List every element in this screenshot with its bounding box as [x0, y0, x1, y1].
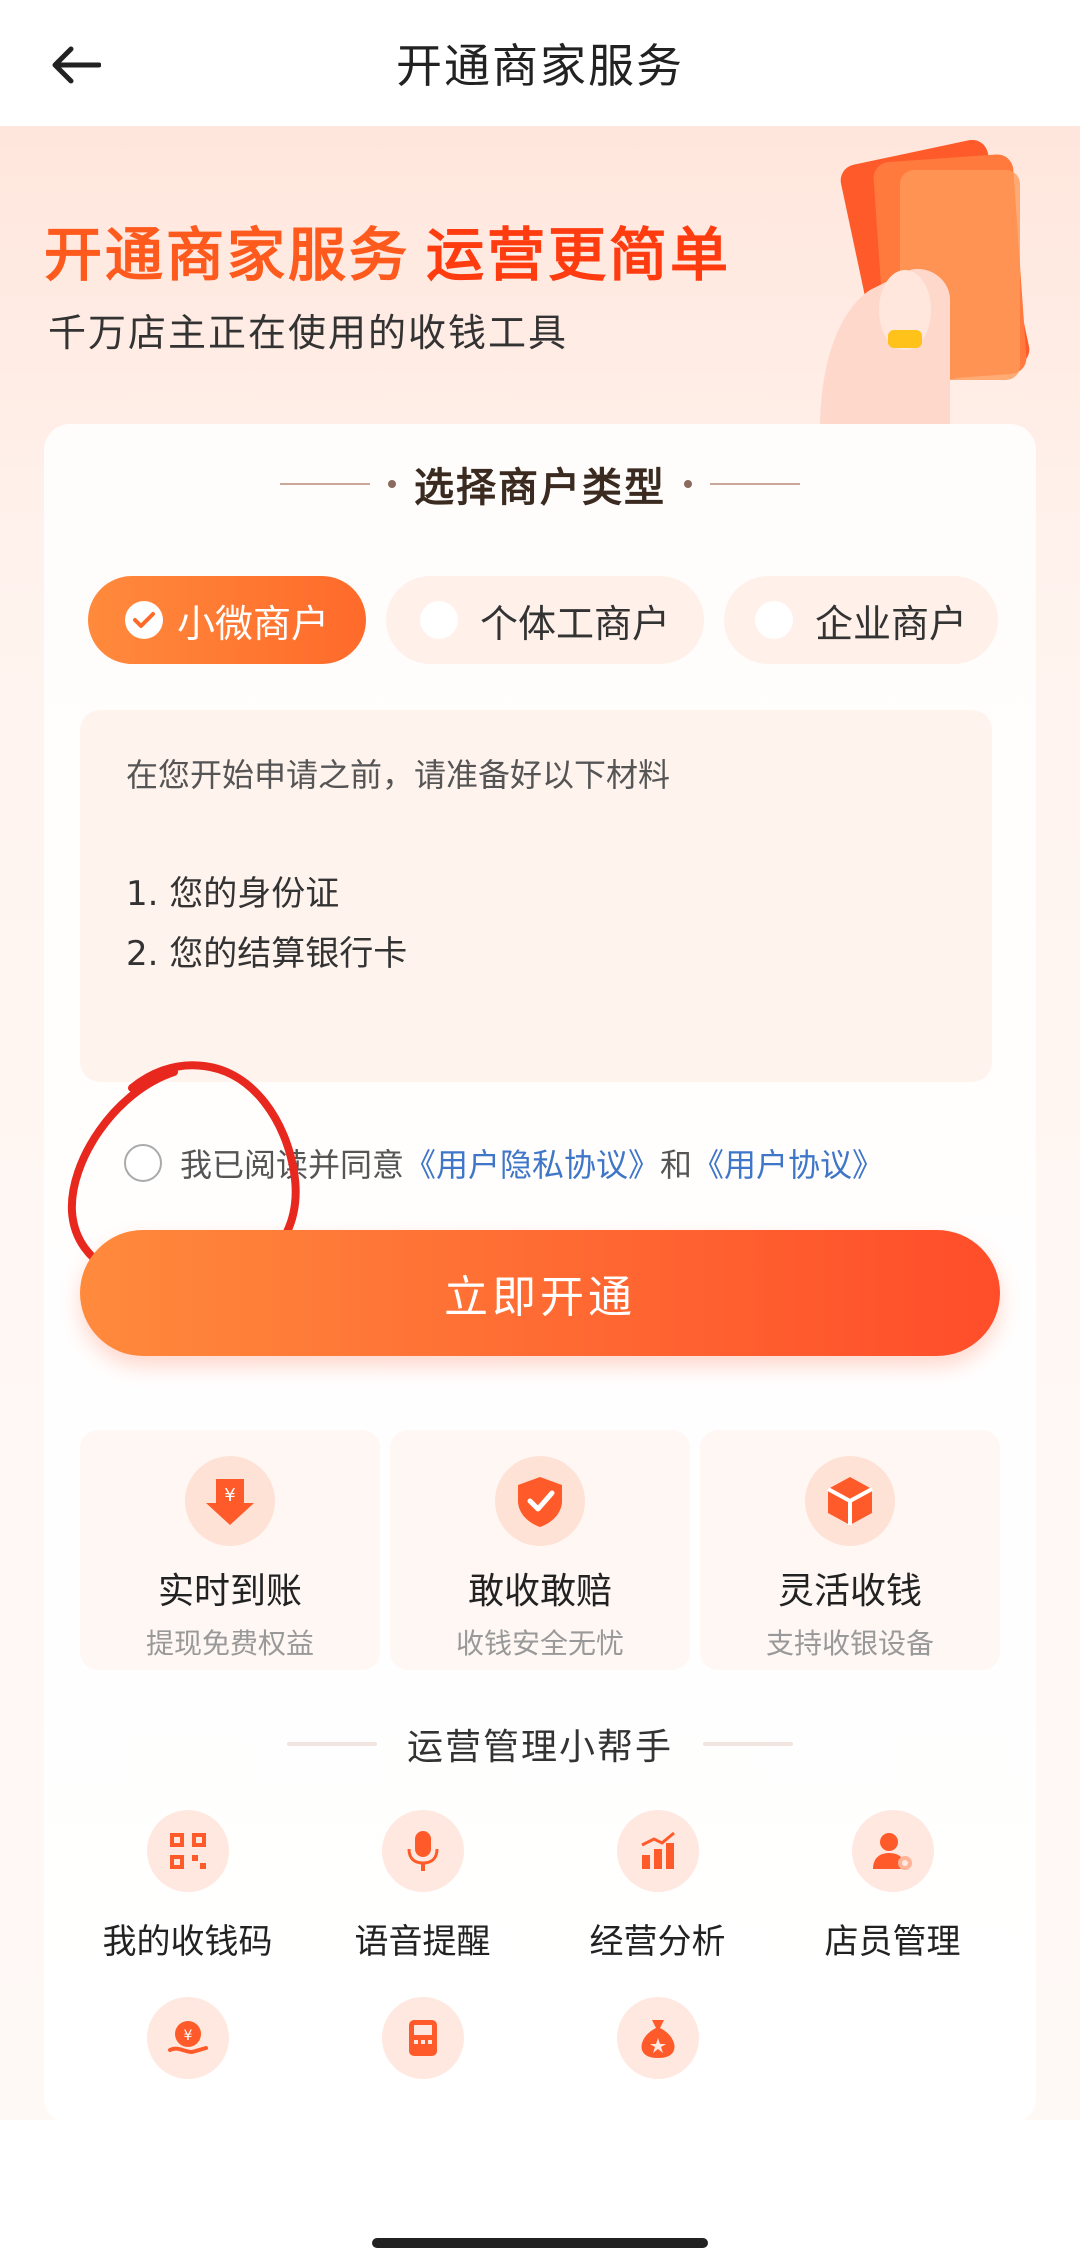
coin-hand-icon: ¥: [146, 1997, 229, 2079]
cube-icon: [805, 1456, 895, 1546]
qr-code-icon: [146, 1810, 229, 1892]
microphone-icon: [381, 1810, 464, 1892]
helper-voice-reminder[interactable]: 语音提醒: [305, 1810, 540, 1963]
open-now-button[interactable]: 立即开通: [80, 1230, 1000, 1356]
feature-list: ¥ 实时到账 提现免费权益 敢收敢赔 收钱安全无忧 灵活收钱 支持收银设备: [80, 1430, 1000, 1670]
device-icon: [381, 1997, 464, 2079]
decor-line-right: [703, 1742, 793, 1746]
feature-title: 敢收敢赔: [467, 1571, 612, 1612]
feature-subtitle: 提现免费权益: [145, 1627, 314, 1660]
tab-label: 企业商户: [814, 601, 967, 646]
merchant-type-tabs: 小微商户 个体工商户 企业商户: [88, 576, 1038, 666]
feature-flexible-collection: 灵活收钱 支持收银设备: [700, 1430, 1000, 1670]
agreement-row: 我已阅读并同意 《用户隐私协议》 和 《用户协议》: [124, 1138, 884, 1188]
decor-dot-left: [388, 480, 396, 488]
feature-subtitle: 支持收银设备: [765, 1627, 934, 1660]
shield-check-icon: [495, 1456, 585, 1546]
materials-item-bank-card: 2. 您的结算银行卡: [126, 934, 408, 974]
tab-label: 小微商户: [176, 601, 329, 646]
tab-micro-merchant[interactable]: 小微商户: [88, 576, 366, 664]
agreement-conjunction: 和: [660, 1146, 693, 1184]
merchant-type-section-title: 选择商户类型: [44, 454, 1036, 514]
money-bag-icon: [616, 1997, 699, 2079]
materials-item-id-card: 1. 您的身份证: [126, 874, 340, 914]
home-indicator[interactable]: [372, 2238, 708, 2248]
hero-title-part-a: 开通商家服务: [44, 221, 411, 289]
decor-line-left: [286, 1742, 377, 1746]
checkmark-icon: [124, 601, 163, 639]
arrow-left-icon: [52, 46, 101, 84]
decor-dot-right: [684, 480, 692, 488]
tab-label: 个体工商户: [479, 601, 670, 646]
hand-with-cash-illustration: [820, 140, 1030, 430]
helpers-section-title: 运营管理小帮手: [44, 1714, 1036, 1774]
materials-intro: 在您开始申请之前，请准备好以下材料: [126, 756, 671, 794]
feature-subtitle: 收钱安全无忧: [455, 1627, 624, 1660]
user-agreement-link[interactable]: 《用户协议》: [692, 1140, 884, 1186]
helper-item-5[interactable]: ¥: [70, 1997, 305, 2101]
feature-title: 实时到账: [157, 1571, 302, 1612]
tab-individual-business[interactable]: 个体工商户: [386, 576, 704, 664]
hero-title: 开通商家服务 运营更简单: [44, 208, 731, 292]
helpers-title-text: 运营管理小帮手: [406, 1727, 673, 1768]
helper-label: 经营分析: [589, 1922, 726, 1962]
helper-staff-management[interactable]: 店员管理: [775, 1810, 1010, 1963]
helper-label: 我的收钱码: [102, 1922, 273, 1962]
radio-empty-icon: [754, 601, 793, 639]
materials-box: 在您开始申请之前，请准备好以下材料 1. 您的身份证 2. 您的结算银行卡: [80, 710, 992, 1082]
helper-business-analysis[interactable]: 经营分析: [540, 1810, 775, 1963]
feature-safe-collection: 敢收敢赔 收钱安全无忧: [390, 1430, 690, 1670]
page-title: 开通商家服务: [396, 39, 684, 93]
helper-label: 店员管理: [824, 1922, 961, 1962]
section-title-text: 选择商户类型: [414, 465, 666, 511]
privacy-policy-link[interactable]: 《用户隐私协议》: [404, 1140, 660, 1186]
agreement-prefix: 我已阅读并同意: [180, 1146, 405, 1184]
page: 开通商家服务 开通商家服务 运营更简单 千万店主正在使用的收钱工具 选择商户类型 …: [0, 0, 1080, 2265]
staff-gear-icon: [851, 1810, 934, 1892]
svg-text:¥: ¥: [183, 2028, 192, 2044]
helper-item-7[interactable]: [540, 1997, 775, 2101]
feature-title: 灵活收钱: [777, 1571, 922, 1612]
tab-enterprise-merchant[interactable]: 企业商户: [724, 576, 998, 664]
top-bar: 开通商家服务: [0, 0, 1080, 126]
bar-chart-icon: [616, 1810, 699, 1892]
helper-label: 语音提醒: [354, 1922, 491, 1962]
hero-subtitle: 千万店主正在使用的收钱工具: [48, 311, 569, 355]
helpers-grid: 我的收钱码 语音提醒 经营分析 店员管理 ¥: [70, 1810, 1010, 2101]
agreement-checkbox[interactable]: [124, 1144, 162, 1182]
svg-text:¥: ¥: [224, 1485, 235, 1506]
helper-item-6[interactable]: [305, 1997, 540, 2101]
hero-title-part-b: 运营更简单: [426, 221, 732, 289]
yen-arrow-down-icon: ¥: [185, 1456, 275, 1546]
radio-empty-icon: [419, 601, 458, 639]
decor-line-right: [710, 483, 800, 485]
back-button[interactable]: [40, 30, 110, 100]
feature-instant-settlement: ¥ 实时到账 提现免费权益: [80, 1430, 380, 1670]
decor-line-left: [280, 483, 370, 485]
helper-my-qr-code[interactable]: 我的收钱码: [70, 1810, 305, 1963]
